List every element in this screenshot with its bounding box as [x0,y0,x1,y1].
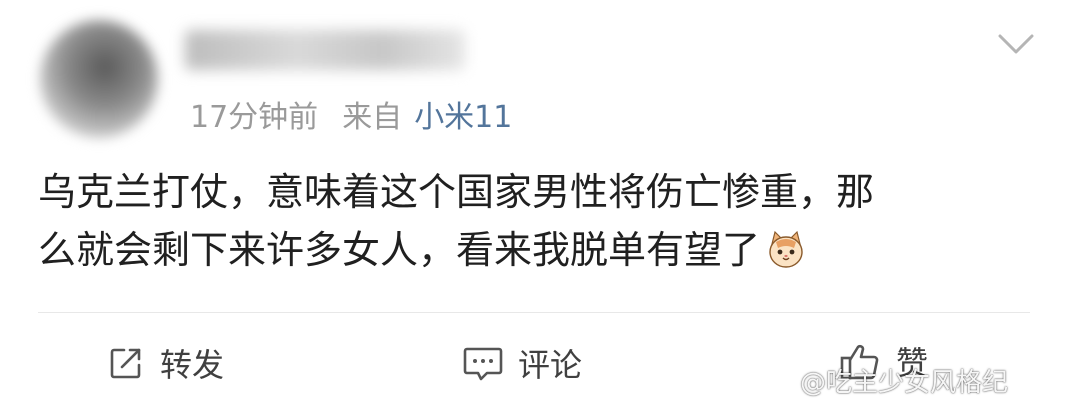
watermark-text: @吃主少女风格纪 [800,368,1009,398]
chevron-down-icon[interactable] [994,22,1038,66]
divider [38,312,1030,313]
cat-emoji-icon [769,230,803,268]
comment-button[interactable]: 评论 [462,340,582,386]
comment-icon [463,347,503,381]
source-prefix: 来自 [342,100,403,135]
device-link[interactable]: 小米11 [414,92,512,136]
comment-label: 评论 [518,346,583,384]
watermark: @吃主少女风格纪 [800,362,1008,399]
repost-icon [110,348,141,379]
post-content: 乌克兰打仗，意味着这个国家男性将伤亡惨重，那 么就会剩下来许多女人，看来我脱单有… [38,163,1038,279]
post-meta: 17分钟前 来自 小米11 [190,90,512,138]
repost-button[interactable]: 转发 [106,340,224,386]
avatar[interactable] [40,20,158,138]
username-blurred[interactable] [185,30,465,70]
post-text-line: 乌克兰打仗，意味着这个国家男性将伤亡惨重，那 [38,170,875,214]
repost-label: 转发 [160,346,225,384]
post-time: 17分钟前 [190,100,319,135]
post-text-line: 么就会剩下来许多女人，看来我脱单有望了 [38,221,1038,279]
